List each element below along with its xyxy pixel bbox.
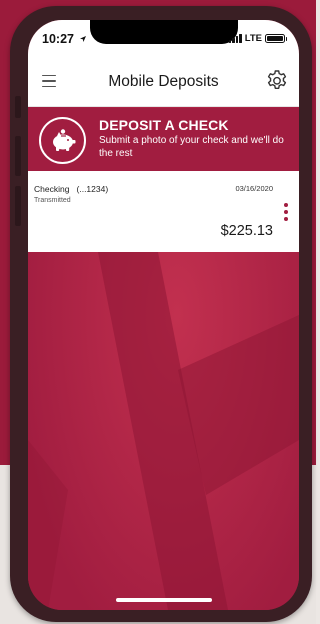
phone-screen: 10:27 LTE Mobile Deposits DEPOSIT A CHEC…: [28, 20, 299, 610]
volume-up-button: [15, 136, 21, 176]
piggy-bank-icon: [52, 128, 75, 151]
gear-icon[interactable]: [265, 69, 289, 93]
page-title: Mobile Deposits: [108, 73, 219, 90]
banner-icon-circle: [39, 117, 86, 164]
signal-strength-icon: [228, 34, 242, 43]
more-options-icon[interactable]: [283, 203, 289, 221]
status-bar: 10:27 LTE: [28, 20, 299, 58]
status-time: 10:27: [42, 32, 87, 46]
network-type: LTE: [244, 33, 262, 44]
deposit-card[interactable]: Checking (...1234) Transmitted 03/16/202…: [28, 171, 299, 252]
status-time-text: 10:27: [42, 32, 74, 46]
deposit-check-banner[interactable]: DEPOSIT A CHECK Submit a photo of your c…: [28, 108, 299, 171]
deposit-status: Transmitted: [34, 197, 71, 204]
mute-switch: [15, 96, 21, 118]
nav-bar: Mobile Deposits: [28, 58, 299, 107]
status-indicators: LTE: [228, 33, 287, 44]
home-indicator[interactable]: [116, 598, 212, 602]
notch: [90, 20, 238, 44]
deposit-amount: $225.13: [220, 223, 273, 239]
volume-down-button: [15, 186, 21, 226]
location-arrow-icon: [80, 36, 87, 42]
deposit-date: 03/16/2020: [235, 184, 273, 193]
battery-icon: [265, 33, 287, 44]
banner-subtitle: Submit a photo of your check and we'll d…: [99, 135, 284, 159]
account-name: Checking (...1234): [34, 184, 109, 194]
banner-title: DEPOSIT A CHECK: [99, 117, 229, 133]
